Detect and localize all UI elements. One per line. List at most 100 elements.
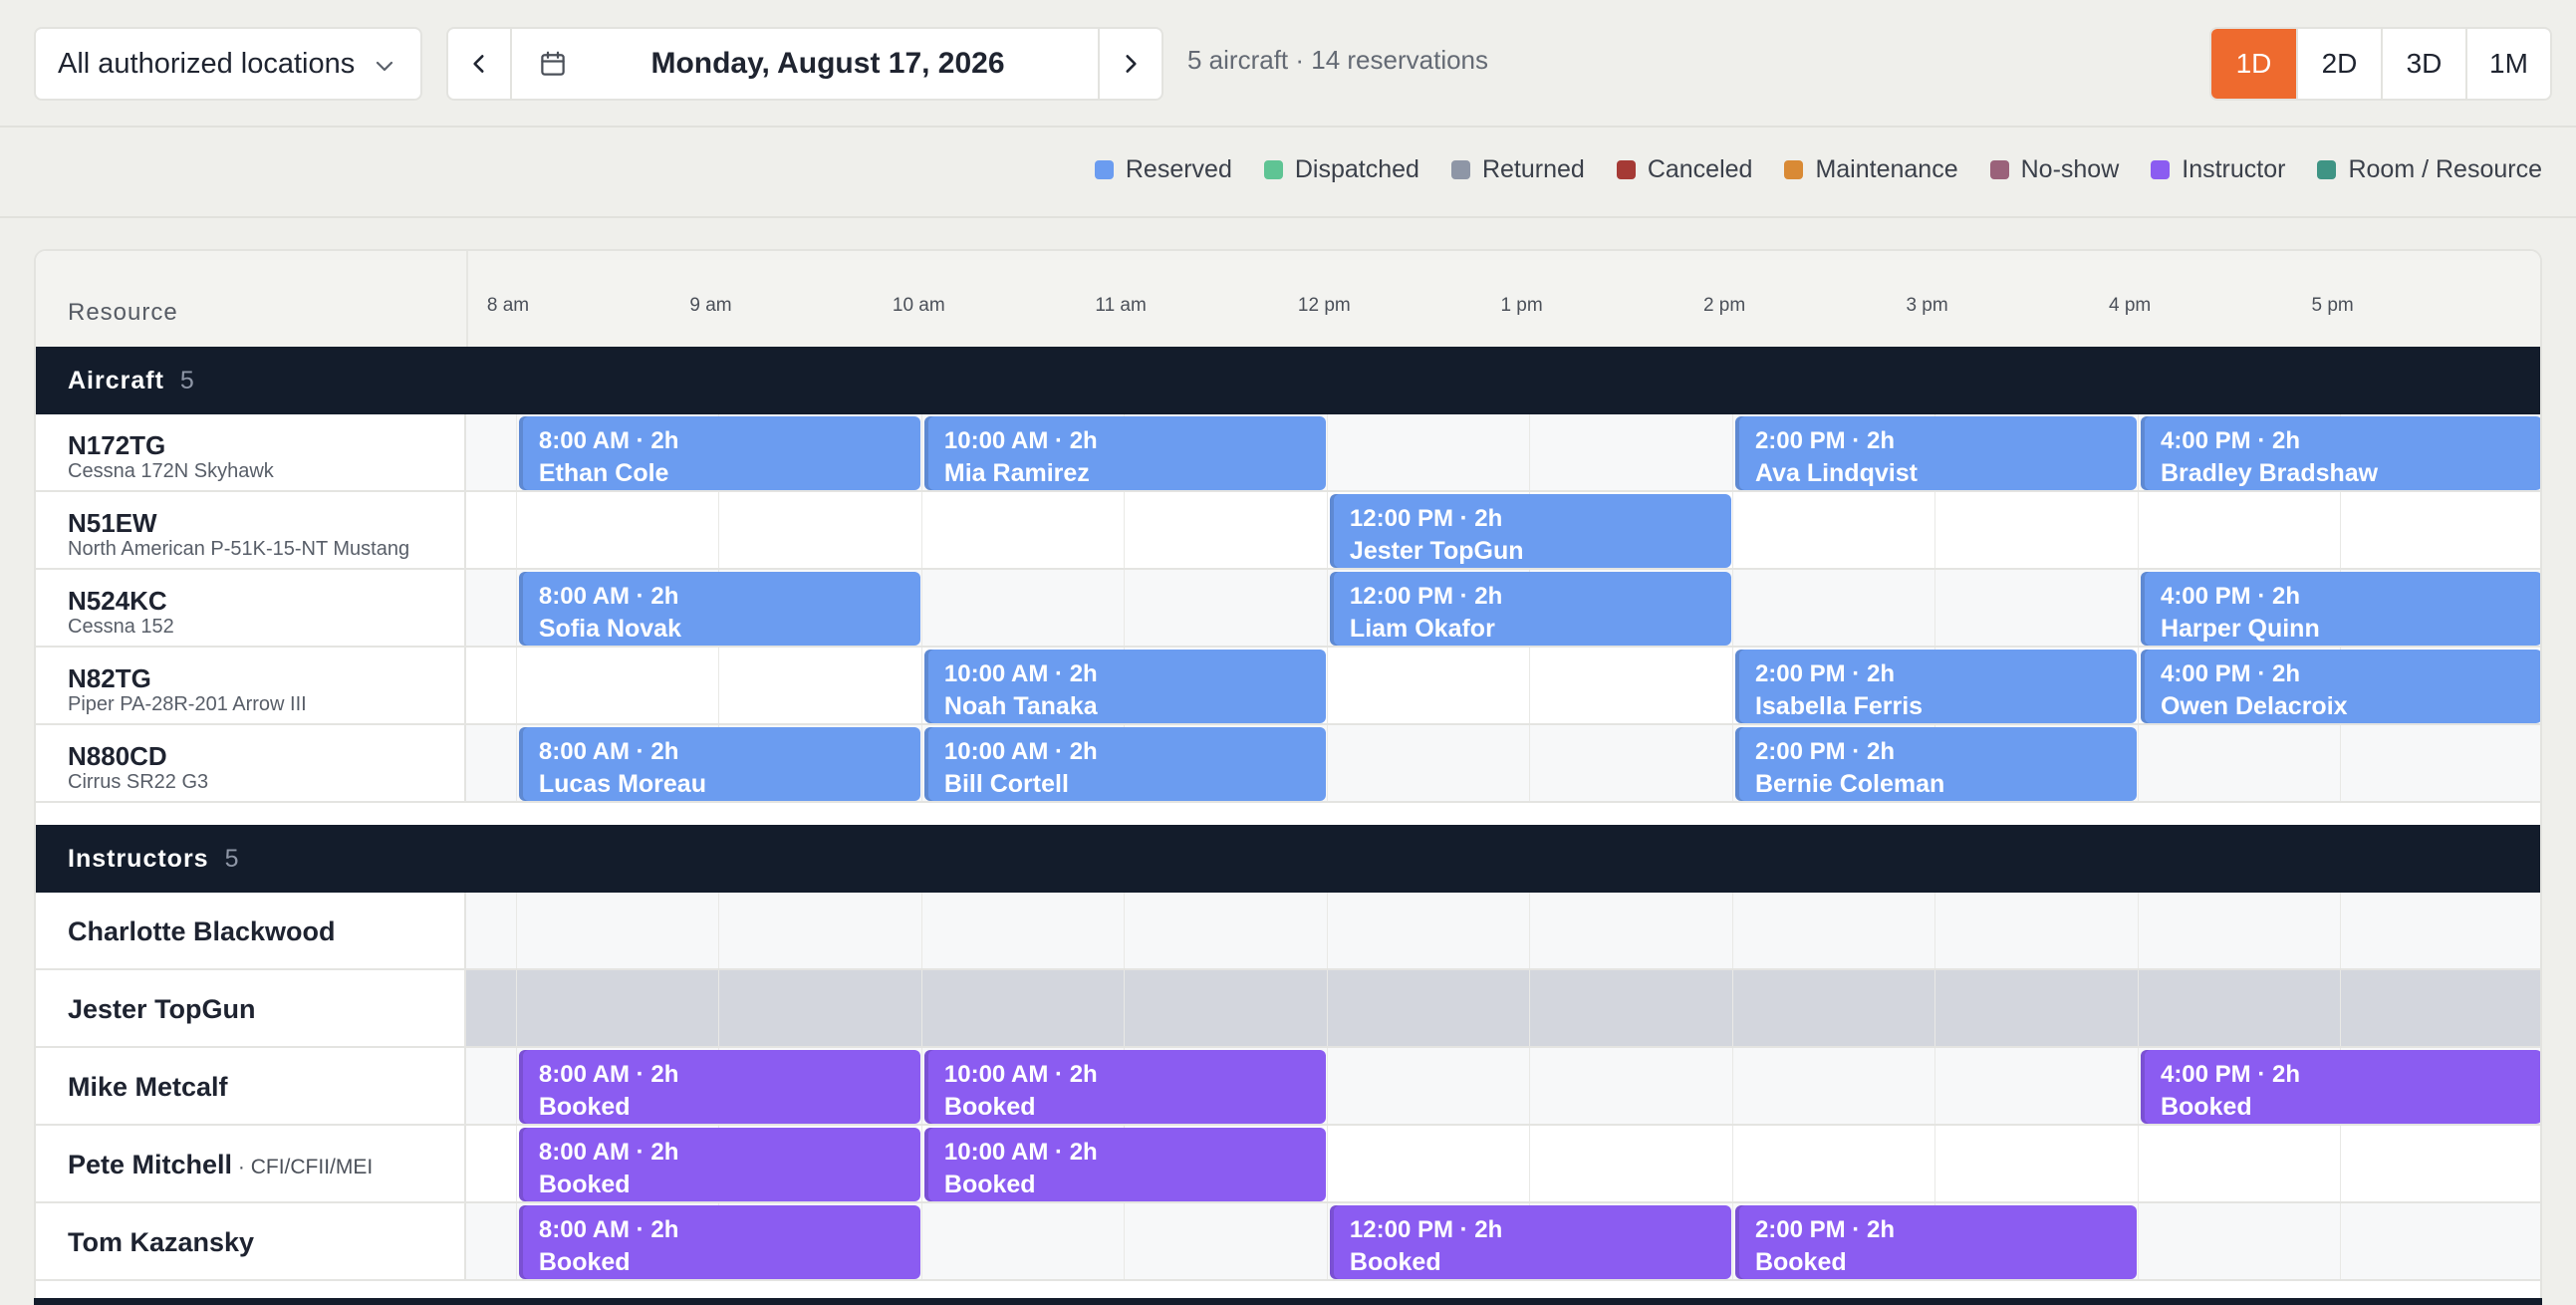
instructor-name: Jester TopGun xyxy=(68,994,256,1025)
reservation-time: 12:00 PM · 2h xyxy=(1349,1216,1503,1243)
reservation-block[interactable]: 4:00 PM · 2h Harper Quinn xyxy=(2140,572,2540,646)
hour-label: 11 am xyxy=(1095,295,1147,316)
reservation-time: 12:00 PM · 2h xyxy=(1349,505,1503,532)
resource-row: N524KC Cessna 152 8:00 AM · 2h Sofia Novak 1… xyxy=(36,570,2540,648)
reservation-name: Booked xyxy=(2160,1093,2252,1121)
hour-gridline xyxy=(1326,648,1328,723)
hour-gridline xyxy=(2340,970,2342,1046)
hour-gridline xyxy=(515,648,517,723)
instructor-booking-block[interactable]: 8:00 AM · 2h Booked xyxy=(518,1128,920,1201)
instructor-booking-block[interactable]: 10:00 AM · 2h Booked xyxy=(923,1128,1326,1201)
legend-label: Canceled xyxy=(1647,155,1753,183)
reservation-block[interactable]: 4:00 PM · 2h Owen Delacroix xyxy=(2140,650,2540,723)
hour-gridline xyxy=(1326,893,1328,968)
reservation-name: Liam Okafor xyxy=(1349,615,1495,643)
view-2d-button[interactable]: 2D xyxy=(2296,29,2381,99)
reservation-block[interactable]: 10:00 AM · 2h Mia Ramirez xyxy=(923,416,1326,490)
aircraft-model: Cessna 152 xyxy=(68,616,174,638)
hour-gridline xyxy=(1731,492,1733,568)
reservation-name: Jester TopGun xyxy=(1349,537,1524,565)
resource-cell[interactable]: N172TG Cessna 172N Skyhawk xyxy=(36,414,466,490)
hour-gridline xyxy=(2340,1126,2342,1201)
hour-label: 4 pm xyxy=(2108,295,2152,316)
chevron-down-icon xyxy=(373,53,396,86)
status-legend: Reserved Dispatched Returned Canceled Mainte… xyxy=(1063,155,2542,184)
instructor-name: Mike Metcalf xyxy=(68,1072,228,1103)
location-select[interactable]: All authorized locations xyxy=(34,27,422,101)
reservation-time: 8:00 AM · 2h xyxy=(538,583,679,610)
resource-row: N880CD Cirrus SR22 G3 8:00 AM · 2h Lucas Mo… xyxy=(36,725,2540,803)
section-instructors-count: 5 xyxy=(224,844,240,873)
view-1d-button[interactable]: 1D xyxy=(2211,29,2296,99)
reservation-block[interactable]: 4:00 PM · 2h Bradley Bradshaw xyxy=(2140,416,2540,490)
view-1m-button[interactable]: 1M xyxy=(2465,29,2550,99)
reservation-name: Noah Tanaka xyxy=(943,692,1098,720)
resource-cell[interactable]: N524KC Cessna 152 xyxy=(36,570,466,646)
resource-cell[interactable]: N82TG Piper PA-28R-201 Arrow III xyxy=(36,648,466,723)
reservation-block[interactable]: 12:00 PM · 2h Liam Okafor xyxy=(1329,572,1731,646)
reservation-time: 12:00 PM · 2h xyxy=(1349,583,1503,610)
resource-cell[interactable]: Pete Mitchell · CFI/CFII/MEI xyxy=(36,1126,466,1201)
reservation-block[interactable]: 12:00 PM · 2h Jester TopGun xyxy=(1329,494,1731,568)
legend-item-no-show: No-show xyxy=(1989,155,2119,184)
reservation-time: 10:00 AM · 2h xyxy=(943,1061,1098,1088)
hour-label: 9 am xyxy=(689,295,732,316)
reservation-block[interactable]: 8:00 AM · 2h Sofia Novak xyxy=(518,572,920,646)
hour-label: 1 pm xyxy=(1500,295,1543,316)
hour-label: 10 am xyxy=(892,295,945,316)
instructor-name: Tom Kazansky xyxy=(68,1227,254,1258)
hour-gridline xyxy=(1326,570,1328,646)
current-date[interactable]: Monday, August 17, 2026 xyxy=(558,29,1098,99)
hour-gridline xyxy=(1326,1048,1328,1124)
hour-gridline xyxy=(1529,1048,1531,1124)
legend-swatch xyxy=(2317,160,2337,179)
resource-cell[interactable]: N880CD Cirrus SR22 G3 xyxy=(36,725,466,801)
hour-gridline xyxy=(1529,414,1531,490)
hour-gridline xyxy=(1731,1048,1733,1124)
hour-gridline xyxy=(920,492,922,568)
resource-cell[interactable]: Mike Metcalf xyxy=(36,1048,466,1124)
next-day-button[interactable] xyxy=(1098,29,1161,99)
resource-row: Jester TopGun xyxy=(36,970,2540,1048)
hour-gridline xyxy=(920,1048,922,1124)
reservation-block[interactable]: 2:00 PM · 2h Bernie Coleman xyxy=(1734,727,2137,801)
resource-cell[interactable]: Jester TopGun xyxy=(36,970,466,1046)
reservation-time: 8:00 AM · 2h xyxy=(538,738,679,765)
reservation-name: Harper Quinn xyxy=(2160,615,2320,643)
hour-gridline xyxy=(1731,570,1733,646)
resource-cell[interactable]: Charlotte Blackwood xyxy=(36,893,466,968)
reservation-block[interactable]: 2:00 PM · 2h Isabella Ferris xyxy=(1734,650,2137,723)
instructor-booking-block[interactable]: 10:00 AM · 2h Booked xyxy=(923,1050,1326,1124)
hour-gridline xyxy=(1124,492,1126,568)
reservation-block[interactable]: 10:00 AM · 2h Bill Cortell xyxy=(923,727,1326,801)
hour-label: 5 pm xyxy=(2311,295,2354,316)
reservation-block[interactable]: 8:00 AM · 2h Lucas Moreau xyxy=(518,727,920,801)
hour-gridline xyxy=(1124,570,1126,646)
reservation-name: Bernie Coleman xyxy=(1754,770,1945,798)
hour-gridline xyxy=(1326,414,1328,490)
hour-gridline xyxy=(920,1203,922,1279)
reservation-time: 10:00 AM · 2h xyxy=(943,427,1098,454)
instructor-booking-block[interactable]: 2:00 PM · 2h Booked xyxy=(1734,1205,2137,1279)
reservation-block[interactable]: 10:00 AM · 2h Noah Tanaka xyxy=(923,650,1326,723)
instructor-booking-block[interactable]: 8:00 AM · 2h Booked xyxy=(518,1050,920,1124)
instructor-booking-block[interactable]: 8:00 AM · 2h Booked xyxy=(518,1205,920,1279)
reservation-block[interactable]: 2:00 PM · 2h Ava Lindqvist xyxy=(1734,416,2137,490)
reservation-block[interactable]: 8:00 AM · 2h Ethan Cole xyxy=(518,416,920,490)
hour-gridline xyxy=(2137,1203,2139,1279)
resource-cell[interactable]: N51EW North American P-51K-15-NT Mustang xyxy=(36,492,466,568)
schedule-grid: Resource 8 am 9 am 10 am 11 am 12 pm 1 pm 2 pm… xyxy=(34,249,2542,1305)
legend-swatch xyxy=(1094,160,1114,179)
resource-row: N82TG Piper PA-28R-201 Arrow III 10:00 AM … xyxy=(36,648,2540,725)
instructor-booking-block[interactable]: 4:00 PM · 2h Booked xyxy=(2140,1050,2540,1124)
hour-gridline xyxy=(2137,414,2139,490)
hour-gridline xyxy=(515,1048,517,1124)
instructor-booking-block[interactable]: 12:00 PM · 2h Booked xyxy=(1329,1205,1731,1279)
hour-gridline xyxy=(920,970,922,1046)
reservation-time: 2:00 PM · 2h xyxy=(1754,660,1895,687)
view-3d-button[interactable]: 3D xyxy=(2381,29,2465,99)
hour-gridline xyxy=(1326,1126,1328,1201)
resource-cell[interactable]: Tom Kazansky xyxy=(36,1203,466,1279)
legend-item-maintenance: Maintenance xyxy=(1784,155,1958,184)
previous-day-button[interactable] xyxy=(448,29,512,99)
